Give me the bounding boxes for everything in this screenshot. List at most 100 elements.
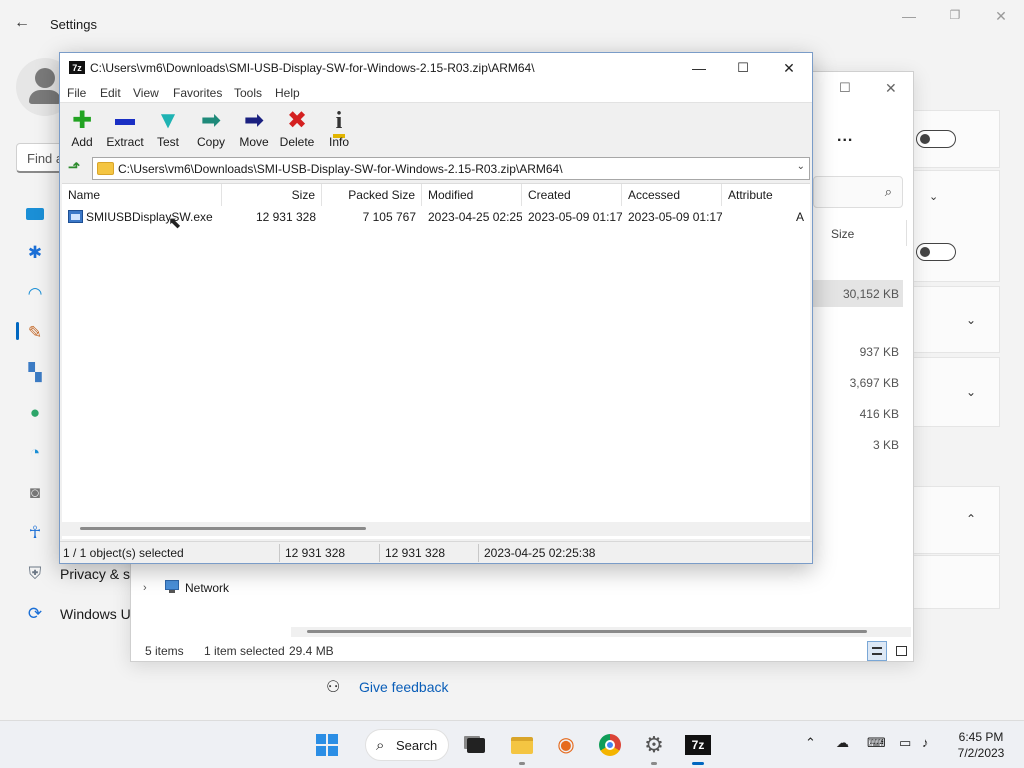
settings-title: Settings <box>50 17 97 32</box>
menu-help[interactable]: Help <box>275 86 300 100</box>
settings-restore-icon[interactable]: ❐ <box>940 8 970 22</box>
menu-tools[interactable]: Tools <box>234 86 262 100</box>
settings-card <box>914 357 1000 427</box>
status-selected-size: 29.4 MB <box>289 644 334 658</box>
7zip-menubar: File Edit View Favorites Tools Help <box>60 83 812 103</box>
column-size[interactable]: Size <box>222 184 322 206</box>
settings-gear-icon[interactable]: ⚙ <box>640 731 668 765</box>
explorer-close-icon[interactable]: ✕ <box>885 80 897 97</box>
file-modified: 2023-04-25 02:25 <box>428 210 522 224</box>
keyboard-icon[interactable]: ⌨ <box>867 735 886 751</box>
list-horizontal-scrollbar[interactable] <box>62 522 810 536</box>
explorer-horizontal-scrollbar[interactable] <box>291 627 911 637</box>
give-feedback-link[interactable]: Give feedback <box>359 679 449 695</box>
task-view-icon[interactable] <box>462 731 490 759</box>
7zip-minimize-icon[interactable]: — <box>676 55 722 81</box>
accessibility-nav-icon[interactable]: ☥ <box>24 522 46 544</box>
system-nav-icon[interactable] <box>24 203 46 225</box>
7zip-titlebar[interactable]: 7z C:\Users\vm6\Downloads\SMI-USB-Displa… <box>60 53 812 83</box>
taskbar-search-button[interactable]: ⌕ Search <box>365 729 449 761</box>
file-accessed: 2023-05-09 01:17 <box>628 210 722 224</box>
7zip-maximize-icon[interactable]: ☐ <box>720 55 766 81</box>
explorer-maximize-icon[interactable]: ☐ <box>839 80 851 96</box>
volume-icon[interactable]: ♪ <box>922 735 929 750</box>
network-icon <box>163 580 181 594</box>
file-size: 3 KB <box>872 438 899 452</box>
chevron-up-icon[interactable]: ⌃ <box>966 512 976 526</box>
personalization-nav-icon[interactable]: ✎ <box>24 322 46 344</box>
chevron-up-icon[interactable]: ⌃ <box>805 735 816 751</box>
setting-toggle-2[interactable] <box>916 243 956 261</box>
7zip-app-icon: 7z <box>69 61 85 74</box>
menu-file[interactable]: File <box>67 86 86 100</box>
column-accessed[interactable]: Accessed <box>622 184 722 206</box>
menu-edit[interactable]: Edit <box>100 86 121 100</box>
status-divider <box>379 544 380 562</box>
status-packed-size: 12 931 328 <box>385 546 446 560</box>
nav-network[interactable]: Network <box>185 581 229 595</box>
explorer-column-size[interactable]: Size <box>831 227 854 241</box>
windows-logo-icon <box>316 734 338 756</box>
chevron-down-icon[interactable]: ⌄ <box>966 313 976 327</box>
tiles-view-icon[interactable] <box>891 641 911 661</box>
windows-update-nav-icon[interactable]: ⟳ <box>24 603 46 625</box>
menu-view[interactable]: View <box>133 86 159 100</box>
gaming-nav-icon[interactable]: ◙ <box>24 482 46 504</box>
bluetooth-nav-icon[interactable]: ✱ <box>24 242 46 264</box>
folder-up-icon[interactable]: ⬏ <box>64 158 84 178</box>
column-created[interactable]: Created <box>522 184 622 206</box>
nav-label-privacy[interactable]: Privacy & s <box>60 566 130 582</box>
address-field[interactable]: C:\Users\vm6\Downloads\SMI-USB-Display-S… <box>92 157 810 180</box>
status-selection: 1 / 1 object(s) selected <box>63 546 184 560</box>
chevron-down-icon[interactable]: ⌄ <box>966 385 976 399</box>
7zip-addressbar: ⬏ C:\Users\vm6\Downloads\SMI-USB-Display… <box>60 155 812 181</box>
start-button[interactable] <box>313 731 341 759</box>
file-explorer-taskbar-icon[interactable] <box>508 731 536 765</box>
file-list[interactable]: Name Size Packed Size Modified Created A… <box>62 183 810 539</box>
info-button[interactable]: i Info <box>314 107 364 149</box>
back-arrow-icon[interactable]: ← <box>14 14 34 34</box>
settings-close-icon[interactable]: ✕ <box>986 8 1016 25</box>
search-icon: ⌕ <box>884 184 892 199</box>
7zip-window: 7z C:\Users\vm6\Downloads\SMI-USB-Displa… <box>59 52 813 564</box>
column-divider <box>906 220 907 246</box>
onedrive-offline-icon[interactable]: ☁ <box>836 735 849 751</box>
see-more-icon[interactable]: ... <box>837 128 853 146</box>
chevron-right-icon[interactable]: › <box>143 582 147 594</box>
display-network-icon[interactable]: ▭ <box>899 735 911 751</box>
accounts-nav-icon[interactable]: ● <box>24 402 46 424</box>
menu-favorites[interactable]: Favorites <box>173 86 222 100</box>
column-attribute[interactable]: Attribute <box>722 184 810 206</box>
network-nav-icon[interactable]: ◠ <box>24 283 46 305</box>
explorer-dropdown[interactable]: ⌄ <box>909 182 955 212</box>
time-language-nav-icon[interactable]: ◔ <box>24 442 46 464</box>
apps-nav-icon[interactable]: ▚ <box>24 362 46 384</box>
taskbar-clock[interactable]: 6:45 PM 7/2/2023 <box>950 729 1012 761</box>
column-packed-size[interactable]: Packed Size <box>322 184 422 206</box>
details-view-icon[interactable] <box>867 641 887 661</box>
file-attribute: A <box>795 210 804 224</box>
explorer-search-input[interactable]: ⌕ <box>813 176 903 208</box>
status-modified: 2023-04-25 02:25:38 <box>484 546 596 560</box>
firefox-icon[interactable]: ◉ <box>552 731 580 759</box>
file-size: 12 931 328 <box>255 210 316 224</box>
column-modified[interactable]: Modified <box>422 184 522 206</box>
file-size: 30,152 KB <box>842 287 899 301</box>
file-size: 937 KB <box>859 345 899 359</box>
setting-toggle-1[interactable] <box>916 130 956 148</box>
file-size: 3,697 KB <box>849 376 899 390</box>
taskbar: ⌕ Search ◉ ⚙ 7z ⌃ ☁ ⌨ ▭ ♪ 6:45 PM 7/2/20… <box>0 720 1024 768</box>
status-item-count: 5 items <box>145 644 184 658</box>
privacy-shield-icon[interactable]: ⛨ <box>24 563 46 585</box>
chrome-icon[interactable] <box>596 731 624 759</box>
column-name[interactable]: Name <box>62 184 222 206</box>
address-path: C:\Users\vm6\Downloads\SMI-USB-Display-S… <box>118 162 563 176</box>
7zip-taskbar-icon[interactable]: 7z <box>684 731 712 765</box>
7zip-close-icon[interactable]: ✕ <box>766 55 812 81</box>
file-name[interactable]: SMIUSBDisplaySW.exe <box>80 208 222 226</box>
nav-label-windows-update[interactable]: Windows U <box>60 606 131 622</box>
settings-minimize-icon[interactable]: — <box>894 8 924 24</box>
chevron-down-icon[interactable]: ⌄ <box>797 161 805 172</box>
clock-date: 7/2/2023 <box>957 746 1005 760</box>
file-size: 416 KB <box>859 407 899 421</box>
